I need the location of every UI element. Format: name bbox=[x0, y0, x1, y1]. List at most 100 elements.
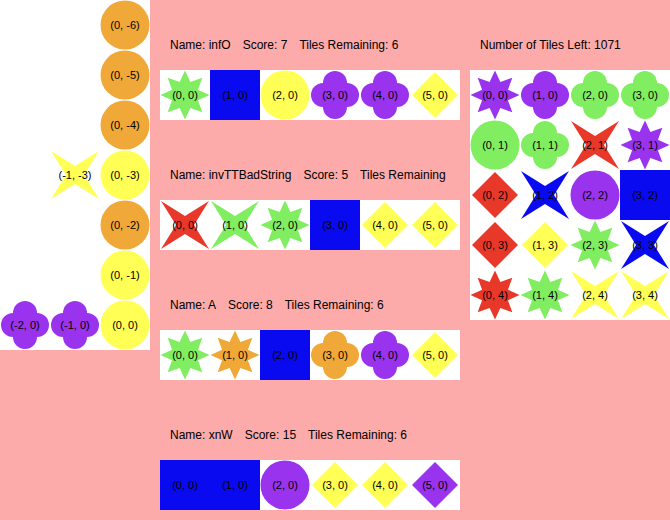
empty-cell[interactable] bbox=[50, 0, 100, 50]
board: (0, -6) (0, -5)(0, -4)(-1, -3) (0, -3) (0, … bbox=[0, 0, 150, 350]
tile[interactable]: (5, 0) bbox=[410, 70, 460, 120]
empty-cell[interactable] bbox=[0, 250, 50, 300]
star4-icon bbox=[211, 201, 259, 249]
tile[interactable]: (3, 0) bbox=[310, 200, 360, 250]
square-icon bbox=[620, 170, 670, 220]
tile-label: (4, 0) bbox=[372, 219, 398, 231]
tile[interactable]: (5, 0) bbox=[410, 460, 460, 510]
tile[interactable]: (2, 0) bbox=[260, 460, 310, 510]
tile[interactable]: (0, 0) bbox=[160, 200, 210, 250]
star8-icon bbox=[521, 271, 570, 320]
tile-label: (0, -1) bbox=[110, 269, 139, 281]
tile-label: (4, 0) bbox=[372, 349, 398, 361]
tile[interactable]: (1, 0) bbox=[210, 460, 260, 510]
tile[interactable]: (1, 0) bbox=[210, 70, 260, 120]
tile[interactable]: (2, 0) bbox=[570, 70, 620, 120]
empty-cell[interactable] bbox=[50, 100, 100, 150]
tile[interactable]: (4, 0) bbox=[360, 70, 410, 120]
empty-cell[interactable] bbox=[50, 50, 100, 100]
board-row: (-2, 0)(-1, 0)(0, 0) bbox=[0, 300, 150, 350]
empty-cell[interactable] bbox=[50, 250, 100, 300]
tile[interactable]: (-1, 0) bbox=[50, 300, 100, 350]
empty-cell[interactable] bbox=[0, 0, 50, 50]
empty-cell[interactable] bbox=[0, 100, 50, 150]
player-info: Name: AScore: 8Tiles Remaining: 6 bbox=[160, 295, 460, 315]
empty-cell[interactable] bbox=[0, 200, 50, 250]
tile[interactable]: (2, 0) bbox=[260, 200, 310, 250]
pool-row: (0, 1)(1, 1) (2, 1) (3, 1) bbox=[470, 120, 670, 170]
tile-label: (5, 0) bbox=[422, 219, 448, 231]
tile-label: (0, -6) bbox=[110, 19, 139, 31]
tile[interactable]: (2, 4) bbox=[570, 270, 620, 320]
tile[interactable]: (0, 0) bbox=[100, 300, 150, 350]
tile-label: (2, 1) bbox=[582, 139, 608, 151]
tile[interactable]: (3, 2) bbox=[620, 170, 670, 220]
tile[interactable]: (0, 0) bbox=[470, 70, 520, 120]
tile[interactable]: (0, 3) bbox=[470, 220, 520, 270]
tile[interactable]: (3, 1) bbox=[620, 120, 670, 170]
tile[interactable]: (2, 0) bbox=[260, 330, 310, 380]
star4-icon bbox=[521, 171, 569, 219]
tile-label: (3, 0) bbox=[632, 89, 658, 101]
tile[interactable]: (0, -6) bbox=[100, 0, 150, 50]
board-row: (0, -1) bbox=[0, 250, 150, 300]
board-row: (-1, -3) (0, -3) bbox=[0, 150, 150, 200]
tile-label: (5, 0) bbox=[422, 349, 448, 361]
tile[interactable]: (4, 0) bbox=[360, 200, 410, 250]
tile[interactable]: (0, -5) bbox=[100, 50, 150, 100]
tile[interactable]: (5, 0) bbox=[410, 330, 460, 380]
tile[interactable]: (3, 0) bbox=[310, 70, 360, 120]
empty-cell[interactable] bbox=[0, 50, 50, 100]
tile[interactable]: (1, 0) bbox=[210, 330, 260, 380]
tile[interactable]: (0, 4) bbox=[470, 270, 520, 320]
tile[interactable]: (3, 0) bbox=[310, 460, 360, 510]
tile[interactable]: (0, 1) bbox=[470, 120, 520, 170]
square-icon bbox=[310, 200, 360, 250]
tile[interactable]: (0, 0) bbox=[160, 330, 210, 380]
player-name: Name: invTTBadString bbox=[170, 165, 291, 185]
empty-cell[interactable] bbox=[0, 150, 50, 200]
player-score: Score: 8 bbox=[228, 295, 273, 315]
tile[interactable]: (1, 0) bbox=[210, 200, 260, 250]
tile-label: (0, -3) bbox=[110, 169, 139, 181]
tile[interactable]: (2, 1) bbox=[570, 120, 620, 170]
empty-cell[interactable] bbox=[50, 200, 100, 250]
tile[interactable]: (0, -4) bbox=[100, 100, 150, 150]
tile[interactable]: (2, 0) bbox=[260, 70, 310, 120]
circle-icon bbox=[101, 151, 150, 200]
star4-icon bbox=[161, 201, 209, 249]
tile[interactable]: (3, 3) bbox=[620, 220, 670, 270]
tile[interactable]: (0, -3) bbox=[100, 150, 150, 200]
circle-icon bbox=[101, 201, 150, 250]
clover-icon bbox=[1, 301, 49, 349]
tile[interactable]: (1, 1) bbox=[520, 120, 570, 170]
tile[interactable]: (1, 3) bbox=[520, 220, 570, 270]
tile[interactable]: (0, 0) bbox=[160, 70, 210, 120]
tile[interactable]: (0, 0) bbox=[160, 460, 210, 510]
tile[interactable]: (4, 0) bbox=[360, 460, 410, 510]
tile[interactable]: (-1, -3) bbox=[50, 150, 100, 200]
star4-icon bbox=[621, 271, 669, 319]
tile-label: (0, 0) bbox=[172, 89, 198, 101]
tile[interactable]: (2, 2) bbox=[570, 170, 620, 220]
star8-icon bbox=[471, 71, 520, 120]
clover-icon bbox=[621, 71, 669, 119]
tile[interactable]: (3, 4) bbox=[620, 270, 670, 320]
tile[interactable]: (1, 4) bbox=[520, 270, 570, 320]
tile[interactable]: (0, -2) bbox=[100, 200, 150, 250]
circle-icon bbox=[101, 1, 150, 50]
tile[interactable]: (-2, 0) bbox=[0, 300, 50, 350]
tile[interactable]: (1, 0) bbox=[520, 70, 570, 120]
tile[interactable]: (2, 3) bbox=[570, 220, 620, 270]
pool-row: (0, 3)(1, 3)(2, 3)(3, 3) bbox=[470, 220, 670, 270]
tile[interactable]: (3, 0) bbox=[620, 70, 670, 120]
tile[interactable]: (3, 0) bbox=[310, 330, 360, 380]
tile[interactable]: (5, 0) bbox=[410, 200, 460, 250]
tile[interactable]: (4, 0) bbox=[360, 330, 410, 380]
circle-icon bbox=[261, 461, 310, 510]
tile[interactable]: (1, 2) bbox=[520, 170, 570, 220]
diamond-icon bbox=[472, 172, 518, 218]
tile[interactable]: (0, 2) bbox=[470, 170, 520, 220]
tile-label: (0, 2) bbox=[482, 189, 508, 201]
tile[interactable]: (0, -1) bbox=[100, 250, 150, 300]
